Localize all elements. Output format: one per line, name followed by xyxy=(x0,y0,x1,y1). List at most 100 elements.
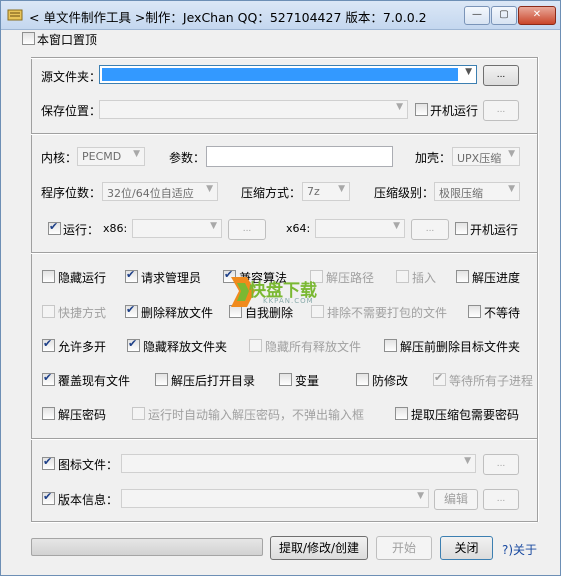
need-password-checkbox[interactable] xyxy=(395,407,408,420)
save-location-label: 保存位置： xyxy=(41,104,102,118)
extract-modify-create-button[interactable]: 提取/修改/创建 xyxy=(270,536,368,560)
variables-label: 变量 xyxy=(295,374,320,388)
separator-3 xyxy=(31,438,537,440)
overwrite-label: 覆盖现有文件 xyxy=(58,374,131,388)
icon-file-label: 图标文件： xyxy=(58,458,119,472)
hide-all-released-checkbox[interactable] xyxy=(249,339,262,352)
params-label: 参数： xyxy=(169,151,206,165)
del-released-checkbox[interactable] xyxy=(125,303,138,318)
icon-file-combo[interactable]: ▼ xyxy=(121,454,476,473)
x86-label: x86: xyxy=(103,222,128,235)
hide-run-checkbox[interactable] xyxy=(42,270,55,283)
need-password-label: 提取压缩包需要密码 xyxy=(411,408,520,422)
edit-version-button[interactable]: 编辑 xyxy=(434,489,478,510)
version-browse-button[interactable]: ... xyxy=(483,489,519,510)
kernel-label: 内核： xyxy=(41,151,78,165)
open-after-checkbox[interactable] xyxy=(155,373,168,386)
compress-combo[interactable]: 7z ▼ xyxy=(302,182,350,201)
shortcut-checkbox[interactable] xyxy=(42,305,55,318)
wait-children-label: 等待所有子进程 xyxy=(449,374,534,388)
separator-1 xyxy=(31,133,537,135)
shell-value: UPX压缩 xyxy=(457,152,502,165)
wait-children-checkbox[interactable] xyxy=(433,371,446,386)
overwrite-checkbox[interactable] xyxy=(42,371,55,386)
save-location-combo[interactable]: ▼ xyxy=(99,100,408,119)
params-input[interactable] xyxy=(206,146,393,167)
separator-2 xyxy=(31,252,537,254)
shortcut-label: 快捷方式 xyxy=(58,306,107,320)
close-window-button[interactable]: ✕ xyxy=(518,6,556,25)
source-browse-button[interactable]: ... xyxy=(483,65,519,86)
exclude-label: 排除不需要打包的文件 xyxy=(327,306,448,320)
compress-value: 7z xyxy=(307,185,320,198)
shell-combo[interactable]: UPX压缩 ▼ xyxy=(452,147,520,166)
minimize-button[interactable]: — xyxy=(464,6,490,25)
autorun2-label: 开机运行 xyxy=(470,223,519,237)
always-on-top-checkbox[interactable] xyxy=(22,32,35,45)
arch-combo[interactable]: 32位/64位自适应 ▼ xyxy=(102,182,218,201)
frame-bottom-border xyxy=(31,521,537,523)
hide-released-folder-checkbox[interactable] xyxy=(127,337,140,352)
no-wait-checkbox[interactable] xyxy=(468,305,481,318)
run-checkbox[interactable] xyxy=(48,220,61,235)
chevron-down-icon: ▼ xyxy=(206,184,213,194)
x86-browse-button[interactable]: ... xyxy=(228,219,266,240)
tamper-proof-checkbox[interactable] xyxy=(356,373,369,386)
extract-progress-label: 解压进度 xyxy=(472,271,521,285)
autorun-label: 开机运行 xyxy=(430,104,479,118)
autorun2-checkbox[interactable] xyxy=(455,222,468,235)
chevron-down-icon: ▼ xyxy=(465,67,472,77)
chevron-down-icon: ▼ xyxy=(133,149,140,159)
del-target-before-checkbox[interactable] xyxy=(384,339,397,352)
progress-bar xyxy=(31,538,263,556)
about-link[interactable]: ?)关于 xyxy=(502,541,537,558)
req-admin-checkbox[interactable] xyxy=(125,268,138,283)
del-target-before-label: 解压前删除目标文件夹 xyxy=(400,340,521,354)
extract-password-label: 解压密码 xyxy=(58,408,107,422)
watermark-logo: 快盘下载 KKPAN.COM xyxy=(227,273,337,314)
chevron-down-icon: ▼ xyxy=(393,221,400,231)
close-button[interactable]: 关闭 xyxy=(440,536,493,560)
open-after-label: 解压后打开目录 xyxy=(171,374,256,388)
level-combo[interactable]: 极限压缩 ▼ xyxy=(434,182,520,201)
hide-run-label: 隐藏运行 xyxy=(58,271,107,285)
icon-file-checkbox[interactable] xyxy=(42,455,55,470)
main-window: < 单文件制作工具 >制作：JexChan QQ：527104427 版本：7.… xyxy=(0,0,561,576)
start-button[interactable]: 开始 xyxy=(376,536,432,560)
version-info-label: 版本信息： xyxy=(58,493,119,507)
version-info-checkbox[interactable] xyxy=(42,490,55,505)
chevron-down-icon: ▼ xyxy=(210,221,217,231)
app-icon xyxy=(7,7,23,23)
allow-multi-label: 允许多开 xyxy=(58,340,107,354)
tamper-proof-label: 防修改 xyxy=(372,374,409,388)
watermark-sub: KKPAN.COM xyxy=(263,297,314,305)
insert-checkbox[interactable] xyxy=(396,270,409,283)
title-bar[interactable]: < 单文件制作工具 >制作：JexChan QQ：527104427 版本：7.… xyxy=(1,1,560,30)
compress-label: 压缩方式： xyxy=(241,186,302,200)
x64-combo[interactable]: ▼ xyxy=(315,219,405,238)
maximize-button[interactable]: ▢ xyxy=(491,6,517,25)
kernel-value: PECMD xyxy=(82,150,122,163)
kernel-combo[interactable]: PECMD ▼ xyxy=(77,147,145,166)
arch-label: 程序位数： xyxy=(41,186,102,200)
hide-released-folder-label: 隐藏释放文件夹 xyxy=(143,340,228,354)
extract-progress-checkbox[interactable] xyxy=(456,270,469,283)
extract-password-checkbox[interactable] xyxy=(42,407,55,420)
save-browse-button[interactable]: ... xyxy=(483,100,519,121)
variables-checkbox[interactable] xyxy=(279,373,292,386)
x64-browse-button[interactable]: ... xyxy=(411,219,449,240)
x64-label: x64: xyxy=(286,222,311,235)
icon-browse-button[interactable]: ... xyxy=(483,454,519,475)
source-folder-label: 源文件夹： xyxy=(41,70,102,84)
source-folder-combo[interactable]: ▼ xyxy=(99,65,477,84)
shell-label: 加壳： xyxy=(415,151,452,165)
auto-input-password-label: 运行时自动输入解压密码，不弹出输入框 xyxy=(148,408,365,422)
allow-multi-checkbox[interactable] xyxy=(42,337,55,352)
autorun-checkbox[interactable] xyxy=(415,103,428,116)
no-wait-label: 不等待 xyxy=(484,306,521,320)
level-label: 压缩级别： xyxy=(374,186,435,200)
version-info-combo[interactable]: ▼ xyxy=(121,489,429,508)
window-title: < 单文件制作工具 >制作：JexChan QQ：527104427 版本：7.… xyxy=(29,10,427,25)
x86-combo[interactable]: ▼ xyxy=(132,219,222,238)
auto-input-password-checkbox[interactable] xyxy=(132,407,145,420)
